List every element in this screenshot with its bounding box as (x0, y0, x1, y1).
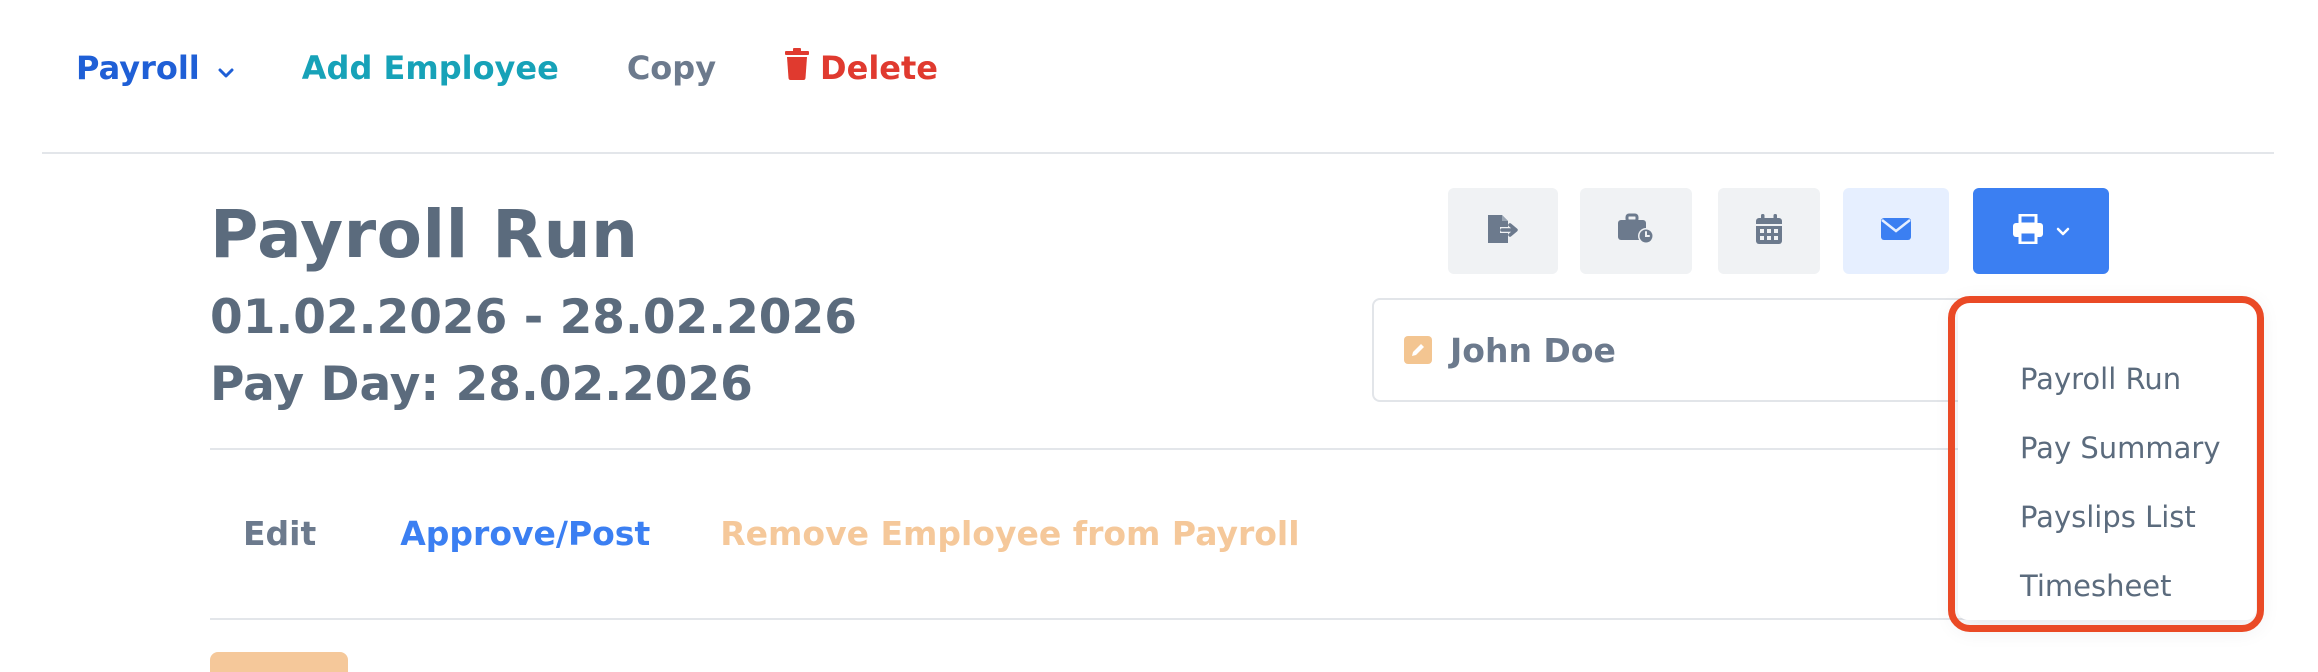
pay-day: Pay Day: 28.02.2026 (210, 357, 753, 412)
employee-selector[interactable]: John Doe (1372, 298, 1972, 402)
payroll-menu-button[interactable]: Payroll (76, 49, 234, 87)
toolbar-divider (42, 152, 2274, 154)
date-range: 01.02.2026 - 28.02.2026 (210, 290, 857, 345)
selected-employee-name: John Doe (1450, 330, 1616, 370)
menu-item-payroll-run[interactable]: Payroll Run (1958, 344, 2256, 413)
print-dropdown-menu: Payroll Run Pay Summary Payslips List Ti… (1958, 300, 2256, 620)
tab-remove-employee[interactable]: Remove Employee from Payroll (720, 514, 1299, 553)
envelope-icon (1880, 217, 1912, 245)
copy-button[interactable]: Copy (627, 49, 716, 87)
tab-approve-post[interactable]: Approve/Post (400, 514, 650, 553)
export-button[interactable] (1448, 188, 1558, 274)
printer-icon (2012, 213, 2044, 248)
menu-item-timesheet[interactable]: Timesheet (1958, 551, 2256, 620)
status-badge (210, 652, 348, 672)
top-toolbar: Payroll Add Employee Copy Delete (76, 40, 1008, 96)
tabs-divider (210, 618, 1970, 620)
payroll-menu-label: Payroll (76, 49, 200, 87)
edit-icon (1404, 336, 1432, 364)
print-menu-button[interactable] (1973, 188, 2109, 274)
copy-label: Copy (626, 49, 717, 87)
delete-button[interactable]: Delete (784, 48, 938, 88)
add-employee-label: Add Employee (301, 49, 559, 87)
add-employee-button[interactable]: Add Employee (302, 49, 559, 87)
delete-label: Delete (820, 49, 938, 87)
chevron-down-icon (218, 49, 234, 87)
header-divider (210, 448, 1970, 450)
chevron-down-icon (2056, 222, 2070, 241)
calendar-button[interactable] (1718, 188, 1820, 274)
time-off-button[interactable] (1580, 188, 1692, 274)
trash-icon (784, 48, 820, 88)
menu-item-pay-summary[interactable]: Pay Summary (1958, 413, 2256, 482)
employee-actions-tabs: Edit Approve/Post Remove Employee from P… (243, 514, 1300, 553)
calendar-icon (1755, 213, 1783, 249)
email-button[interactable] (1843, 188, 1949, 274)
menu-item-payslips-list[interactable]: Payslips List (1958, 482, 2256, 551)
tab-edit[interactable]: Edit (243, 514, 316, 553)
file-export-icon (1486, 213, 1520, 249)
page-title: Payroll Run (210, 196, 639, 273)
briefcase-clock-icon (1616, 213, 1656, 249)
